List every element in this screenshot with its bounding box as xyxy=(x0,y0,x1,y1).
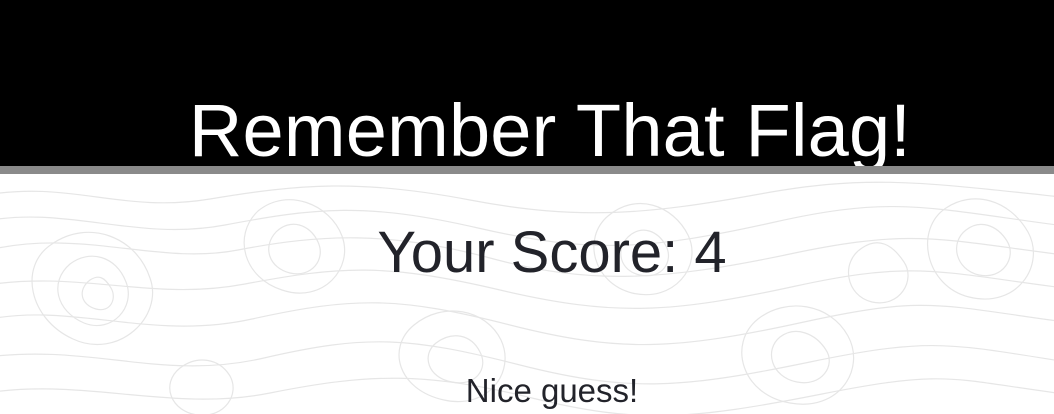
game-title: Remember That Flag! xyxy=(188,88,912,172)
score-value: 4 xyxy=(694,220,727,285)
score-label: Your Score: xyxy=(377,220,679,285)
score-display: Your Score: 4 xyxy=(0,218,1054,288)
header-divider xyxy=(0,166,1054,174)
game-page: Remember That Flag! Your Score: 4 Nice g… xyxy=(0,0,1054,414)
score-panel: Your Score: 4 Nice guess! xyxy=(0,174,1054,414)
feedback-message: Nice guess! xyxy=(465,372,639,409)
game-header: Remember That Flag! xyxy=(0,0,1054,172)
